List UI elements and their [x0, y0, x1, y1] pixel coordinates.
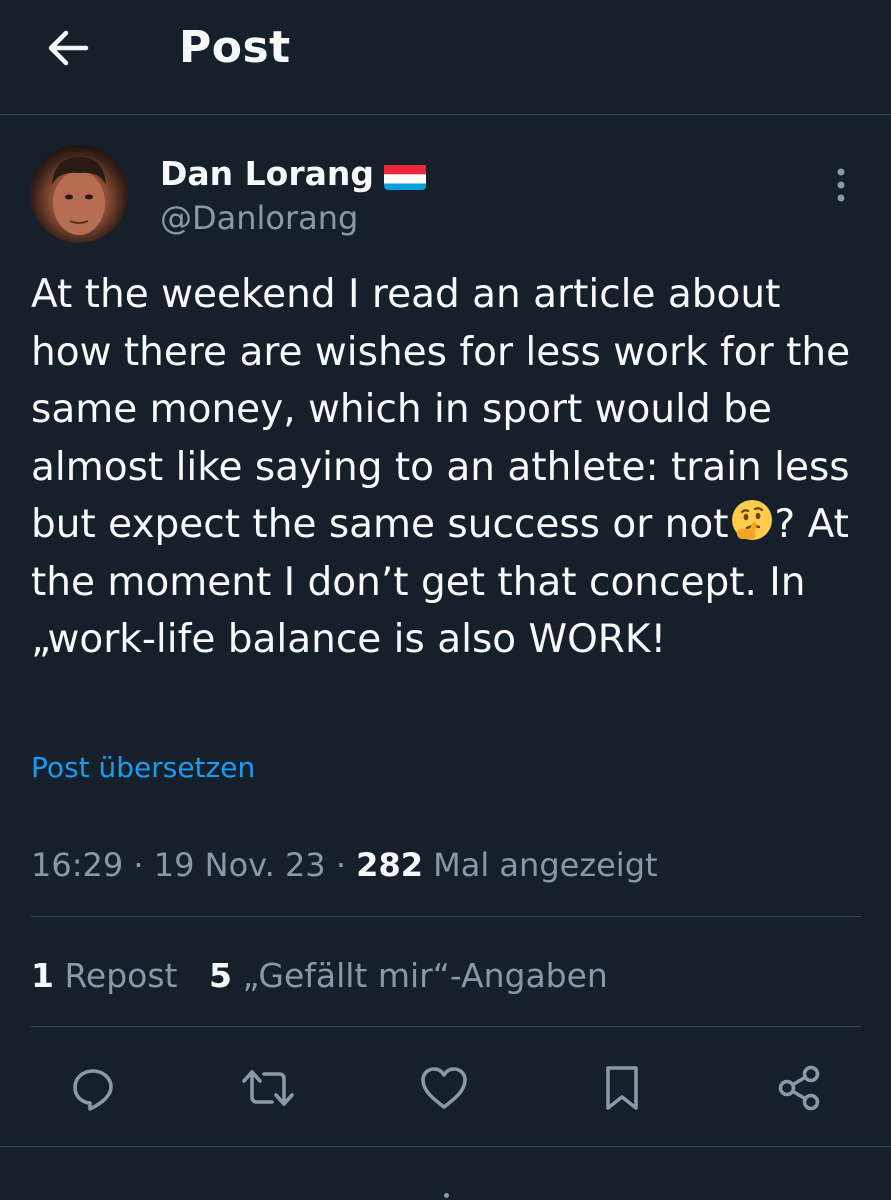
post-time[interactable]: 16:29: [31, 846, 123, 884]
back-button[interactable]: [40, 22, 96, 74]
reposts-label: Repost: [64, 956, 178, 995]
post-text: At the weekend I read an article about h…: [31, 266, 861, 669]
post-meta: 16:29 · 19 Nov. 23 · 282 Mal angezeigt: [31, 844, 658, 886]
page-title: Post: [179, 22, 291, 73]
repost-button[interactable]: [238, 1058, 298, 1118]
scroll-indicator: [444, 1193, 449, 1198]
bookmark-button[interactable]: [592, 1058, 652, 1118]
divider: [31, 1026, 861, 1027]
action-bar: [0, 1058, 891, 1118]
likes-label: „Gefällt mir“-Angaben: [242, 956, 608, 995]
luxembourg-flag-icon: [384, 162, 427, 190]
translate-post-link[interactable]: Post übersetzen: [31, 750, 255, 786]
repost-icon: [242, 1070, 294, 1106]
bookmark-icon: [606, 1066, 638, 1110]
more-options-button[interactable]: [822, 164, 860, 206]
reply-icon: [73, 1069, 113, 1111]
share-icon: [778, 1065, 820, 1111]
share-button[interactable]: [769, 1058, 829, 1118]
meta-separator: ·: [133, 846, 144, 884]
author-display-name: Dan Lorang: [160, 154, 375, 193]
divider: [0, 1146, 891, 1147]
heart-icon: [421, 1067, 467, 1109]
top-bar: Post: [0, 0, 891, 115]
author-name[interactable]: Dan Lorang: [160, 154, 427, 194]
engagement-stats: 1 Repost 5 „Gefällt mir“-Angaben: [31, 955, 608, 997]
meta-separator: ·: [335, 846, 346, 884]
back-arrow-icon: [48, 30, 89, 66]
author-avatar[interactable]: [30, 145, 128, 243]
reposts-count: 1: [31, 956, 54, 995]
post-date[interactable]: 19 Nov. 23: [154, 846, 326, 884]
reposts-stat[interactable]: 1 Repost: [31, 956, 178, 995]
reply-button[interactable]: [63, 1058, 123, 1118]
divider: [31, 916, 861, 917]
thinking-face-emoji-icon: [729, 497, 775, 543]
likes-stat[interactable]: 5 „Gefällt mir“-Angaben: [209, 956, 608, 995]
views-label: Mal angezeigt: [433, 846, 658, 884]
avatar-photo: [52, 157, 106, 235]
likes-count: 5: [208, 956, 232, 995]
more-vertical-icon: [837, 168, 845, 202]
like-button[interactable]: [414, 1058, 474, 1118]
author-handle[interactable]: @Danlorang: [160, 198, 358, 238]
views-count: 282: [356, 846, 423, 884]
